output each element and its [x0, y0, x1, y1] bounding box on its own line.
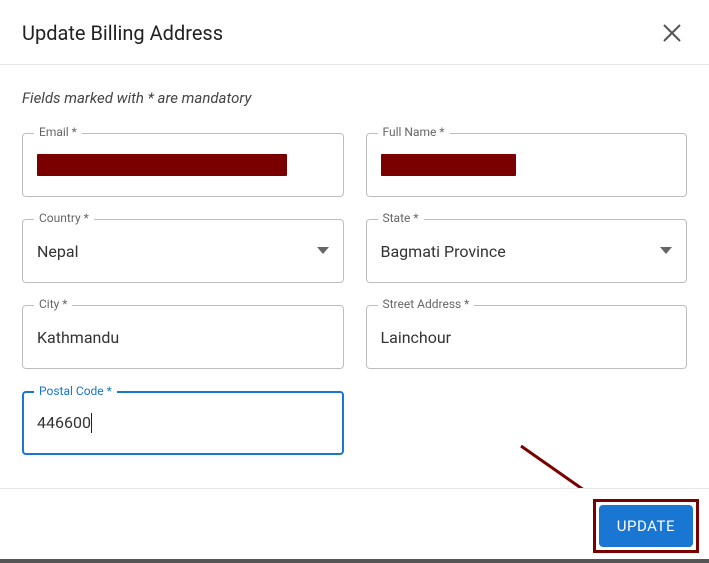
state-label: State *	[378, 211, 424, 225]
postal-label: Postal Code *	[34, 384, 117, 398]
dialog-footer: UPDATE	[0, 488, 709, 563]
email-field[interactable]: Email *	[22, 133, 344, 197]
state-value: Bagmati Province	[381, 242, 673, 261]
city-label: City *	[34, 297, 72, 311]
state-select[interactable]: State * Bagmati Province	[366, 219, 688, 283]
city-field[interactable]: City *	[22, 305, 344, 369]
form-grid: Email * Full Name * Country * Nepal Stat…	[22, 133, 687, 455]
close-icon	[663, 24, 681, 42]
email-redacted-value	[37, 154, 287, 176]
mandatory-hint: Fields marked with * are mandatory	[22, 89, 687, 107]
text-cursor	[91, 413, 92, 433]
dialog-header: Update Billing Address	[0, 0, 709, 65]
city-input[interactable]	[37, 328, 329, 347]
bottom-edge	[0, 559, 709, 563]
close-button[interactable]	[659, 20, 685, 46]
fullname-field[interactable]: Full Name *	[366, 133, 688, 197]
update-button[interactable]: UPDATE	[599, 505, 693, 547]
country-value: Nepal	[37, 242, 329, 261]
street-field[interactable]: Street Address *	[366, 305, 688, 369]
postal-value: 446600	[37, 413, 91, 432]
dialog-content: Fields marked with * are mandatory Email…	[0, 65, 709, 455]
country-label: Country *	[34, 211, 94, 225]
email-label: Email *	[34, 125, 82, 139]
street-input[interactable]	[381, 328, 673, 347]
chevron-down-icon	[660, 247, 672, 255]
postal-field[interactable]: Postal Code * 446600	[22, 391, 344, 455]
street-label: Street Address *	[378, 297, 475, 311]
fullname-label: Full Name *	[378, 125, 450, 139]
fullname-redacted-value	[381, 154, 516, 176]
country-select[interactable]: Country * Nepal	[22, 219, 344, 283]
update-highlight: UPDATE	[593, 499, 699, 553]
chevron-down-icon	[317, 247, 329, 255]
postal-input[interactable]: 446600	[37, 413, 329, 434]
dialog-title: Update Billing Address	[22, 21, 223, 45]
